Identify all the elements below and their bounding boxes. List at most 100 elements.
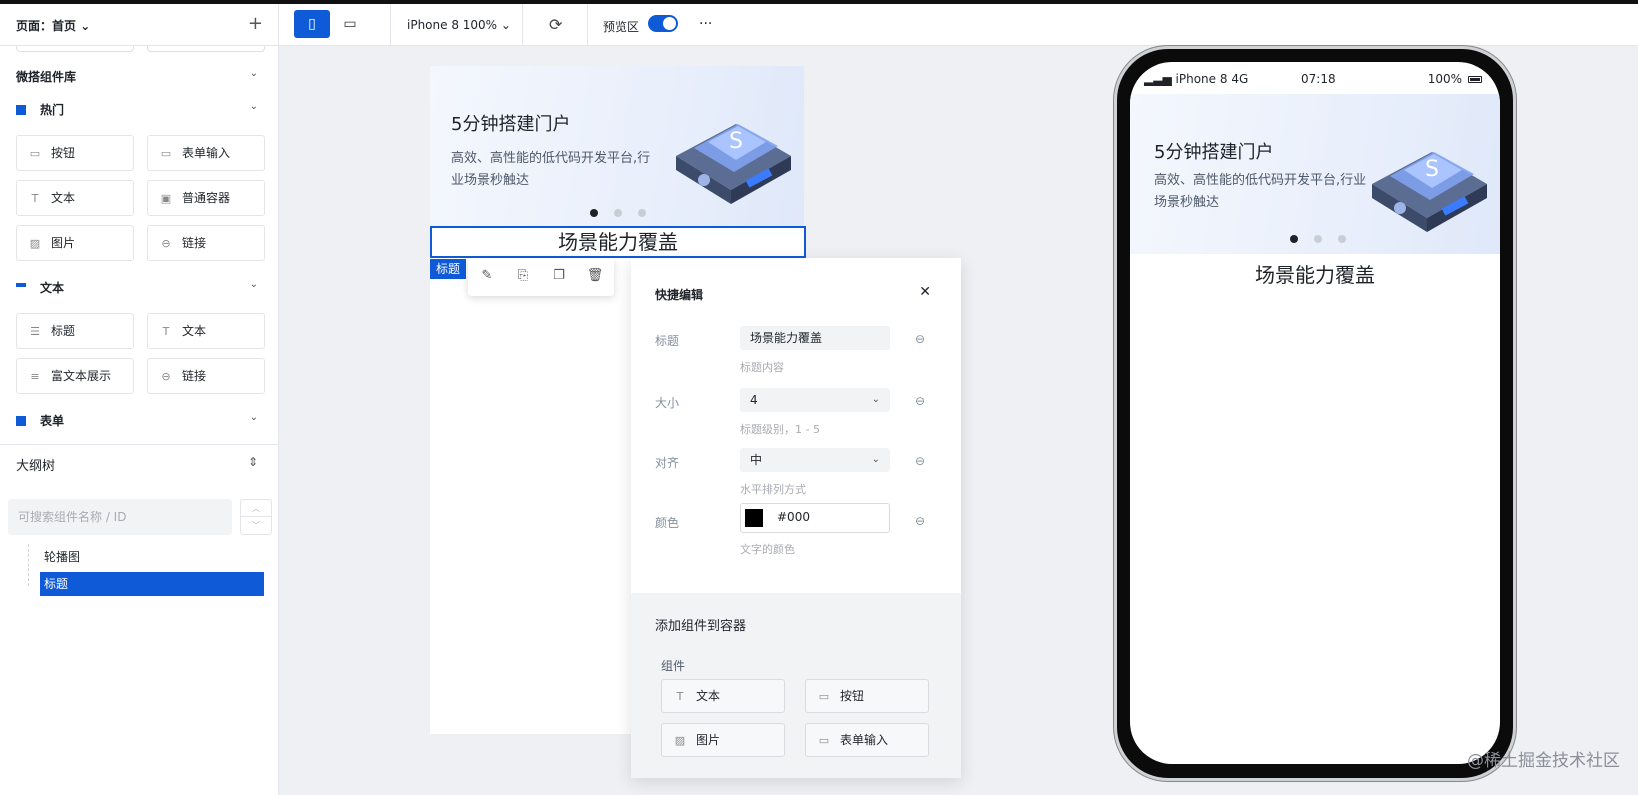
component-container[interactable]: ▣ 普通容器 bbox=[147, 180, 265, 216]
save-icon[interactable]: ⎘ bbox=[514, 268, 532, 286]
link-icon[interactable]: ⊖ bbox=[915, 454, 925, 468]
color-swatch[interactable] bbox=[745, 509, 763, 527]
preview-toggle[interactable] bbox=[648, 15, 678, 32]
component-label: 按钮 bbox=[840, 689, 865, 703]
carousel-dot[interactable] bbox=[1314, 235, 1322, 243]
add-form-input-button[interactable]: ▭ 表单输入 bbox=[805, 723, 929, 757]
chevron-down-icon[interactable]: ⌄ bbox=[250, 412, 258, 423]
color-value: #000 bbox=[777, 510, 810, 524]
tree-item-heading[interactable]: 标题 bbox=[40, 572, 264, 596]
title-help: 标题内容 bbox=[740, 361, 784, 374]
more-options-button[interactable]: ··· bbox=[699, 16, 712, 32]
category-label: 表单 bbox=[40, 414, 65, 428]
edit-icon[interactable]: ✎ bbox=[478, 268, 496, 286]
component-label: 文本 bbox=[696, 689, 721, 703]
chevron-down-icon[interactable]: ⌄ bbox=[250, 279, 258, 290]
add-component-section: 添加组件到容器 组件 T 文本 ▭ 按钮 ▨ 图片 ▭ 表单输入 bbox=[631, 593, 961, 778]
delete-icon[interactable]: 🗑 bbox=[586, 268, 604, 286]
svg-text:S: S bbox=[729, 129, 743, 154]
component-heading[interactable]: ☰ 标题 bbox=[16, 313, 134, 349]
align-select[interactable]: 中 ⌄ bbox=[740, 448, 890, 472]
carousel-dot[interactable] bbox=[638, 209, 646, 217]
component-form-input[interactable]: ▭ 表单输入 bbox=[147, 135, 265, 171]
close-icon[interactable]: ✕ bbox=[919, 284, 931, 300]
category-label: 文本 bbox=[40, 281, 65, 295]
component-label: 文本 bbox=[51, 191, 76, 205]
component-label: 链接 bbox=[182, 236, 207, 250]
carousel-dot[interactable] bbox=[1338, 235, 1346, 243]
device-selector[interactable]: iPhone 8 100% ⌄ bbox=[407, 18, 511, 32]
component-label: 图片 bbox=[51, 236, 76, 250]
button-icon: ▭ bbox=[29, 147, 41, 160]
size-select[interactable]: 4 ⌄ bbox=[740, 388, 890, 412]
phone-carousel[interactable]: 5分钟搭建门户 高效、高性能的低代码开发平台,行业场景秒触达 S bbox=[1130, 94, 1500, 254]
add-component-title: 添加组件到容器 bbox=[655, 619, 747, 634]
text-icon: T bbox=[676, 690, 684, 703]
chevron-down-icon: ⌄ bbox=[80, 19, 91, 33]
color-help: 文字的颜色 bbox=[740, 543, 795, 556]
page-selector[interactable]: 页面：首页 ⌄ bbox=[16, 17, 90, 34]
divider bbox=[390, 4, 391, 46]
tree-item-carousel[interactable]: 轮播图 bbox=[40, 545, 264, 569]
component-label: 链接 bbox=[182, 369, 207, 383]
component-text[interactable]: T 文本 bbox=[16, 180, 134, 216]
laptop-icon: ▭ bbox=[343, 16, 357, 32]
chevron-down-icon[interactable]: ⌄ bbox=[250, 101, 258, 112]
sort-stepper[interactable]: ︿ ﹀ bbox=[240, 499, 272, 535]
carousel-dot[interactable] bbox=[1290, 235, 1298, 243]
link-icon[interactable]: ⊖ bbox=[915, 514, 925, 528]
svg-text:S: S bbox=[1425, 157, 1439, 182]
add-image-button[interactable]: ▨ 图片 bbox=[661, 723, 785, 757]
divider bbox=[522, 4, 523, 46]
component-link[interactable]: ⊖ 链接 bbox=[147, 358, 265, 394]
category-form[interactable]: 表单 bbox=[16, 412, 64, 429]
title-input[interactable]: 场景能力覆盖 bbox=[740, 326, 890, 350]
carousel-dot[interactable] bbox=[614, 209, 622, 217]
carousel-indicators[interactable] bbox=[590, 206, 662, 220]
divider bbox=[0, 444, 279, 445]
battery-icon bbox=[1468, 76, 1482, 83]
category-text[interactable]: 文本 bbox=[16, 279, 64, 296]
refresh-icon[interactable]: ⟳ bbox=[549, 15, 562, 34]
size-value: 4 bbox=[750, 393, 758, 407]
form-icon bbox=[16, 416, 26, 426]
category-hot[interactable]: 热门 bbox=[16, 101, 64, 118]
left-sidebar: 页面：首页 ⌄ + 微搭组件库 ⌄ 热门 ⌄ ▭ 按钮 ▭ 表单输入 T 文本 ▣ 普通… bbox=[0, 4, 279, 795]
component-link[interactable]: ⊖ 链接 bbox=[147, 225, 265, 261]
text-icon: T bbox=[31, 192, 39, 205]
arrow-up-icon[interactable]: ︿ bbox=[241, 500, 271, 517]
add-page-button[interactable]: + bbox=[248, 13, 263, 34]
banner-subtitle: 高效、高性能的低代码开发平台,行业场景秒触达 bbox=[451, 151, 651, 188]
carousel[interactable]: 5分钟搭建门户 高效、高性能的低代码开发平台,行业场景秒触达 S bbox=[430, 66, 804, 226]
component-label: 图片 bbox=[696, 733, 721, 747]
component-text[interactable]: T 文本 bbox=[147, 313, 265, 349]
chevron-down-icon: ⌄ bbox=[871, 454, 880, 465]
chevron-down-icon[interactable]: ⌄ bbox=[250, 68, 258, 79]
link-icon[interactable]: ⊖ bbox=[915, 332, 925, 346]
outline-title: 大纲树 bbox=[16, 459, 56, 474]
arrow-down-icon[interactable]: ﹀ bbox=[241, 517, 271, 534]
add-button-button[interactable]: ▭ 按钮 bbox=[805, 679, 929, 713]
quick-edit-panel: 快捷编辑 ✕ 标题 场景能力覆盖 标题内容 ⊖ 大小 4 ⌄ 标题级别，1 - 5… bbox=[631, 258, 961, 778]
mobile-view-button[interactable]: ▯ bbox=[294, 10, 330, 38]
selected-heading[interactable]: 场景能力覆盖 bbox=[430, 226, 806, 258]
field-label-color: 颜色 bbox=[655, 516, 680, 530]
component-label: 表单输入 bbox=[840, 733, 889, 747]
color-input[interactable]: #000 bbox=[740, 503, 890, 533]
chevron-down-icon: ⌄ bbox=[871, 394, 880, 405]
component-rich-text[interactable]: ≡ 富文本展示 bbox=[16, 358, 134, 394]
battery-info: 100% bbox=[1428, 72, 1482, 86]
container-icon: ▣ bbox=[160, 192, 172, 205]
carousel-dot[interactable] bbox=[590, 209, 598, 217]
carousel-indicators[interactable] bbox=[1290, 232, 1362, 246]
add-text-button[interactable]: T 文本 bbox=[661, 679, 785, 713]
desktop-view-button[interactable]: ▭ bbox=[332, 10, 368, 38]
component-button[interactable]: ▭ 按钮 bbox=[16, 135, 134, 171]
carrier-label: iPhone 8 bbox=[1175, 72, 1228, 86]
expand-collapse-icon[interactable]: ⇕ bbox=[248, 455, 258, 469]
component-search-input[interactable]: 可搜索组件名称 / ID bbox=[8, 499, 232, 535]
category-label: 热门 bbox=[40, 103, 65, 117]
link-icon[interactable]: ⊖ bbox=[915, 394, 925, 408]
copy-icon[interactable]: ❐ bbox=[550, 268, 568, 286]
component-image[interactable]: ▨ 图片 bbox=[16, 225, 134, 261]
